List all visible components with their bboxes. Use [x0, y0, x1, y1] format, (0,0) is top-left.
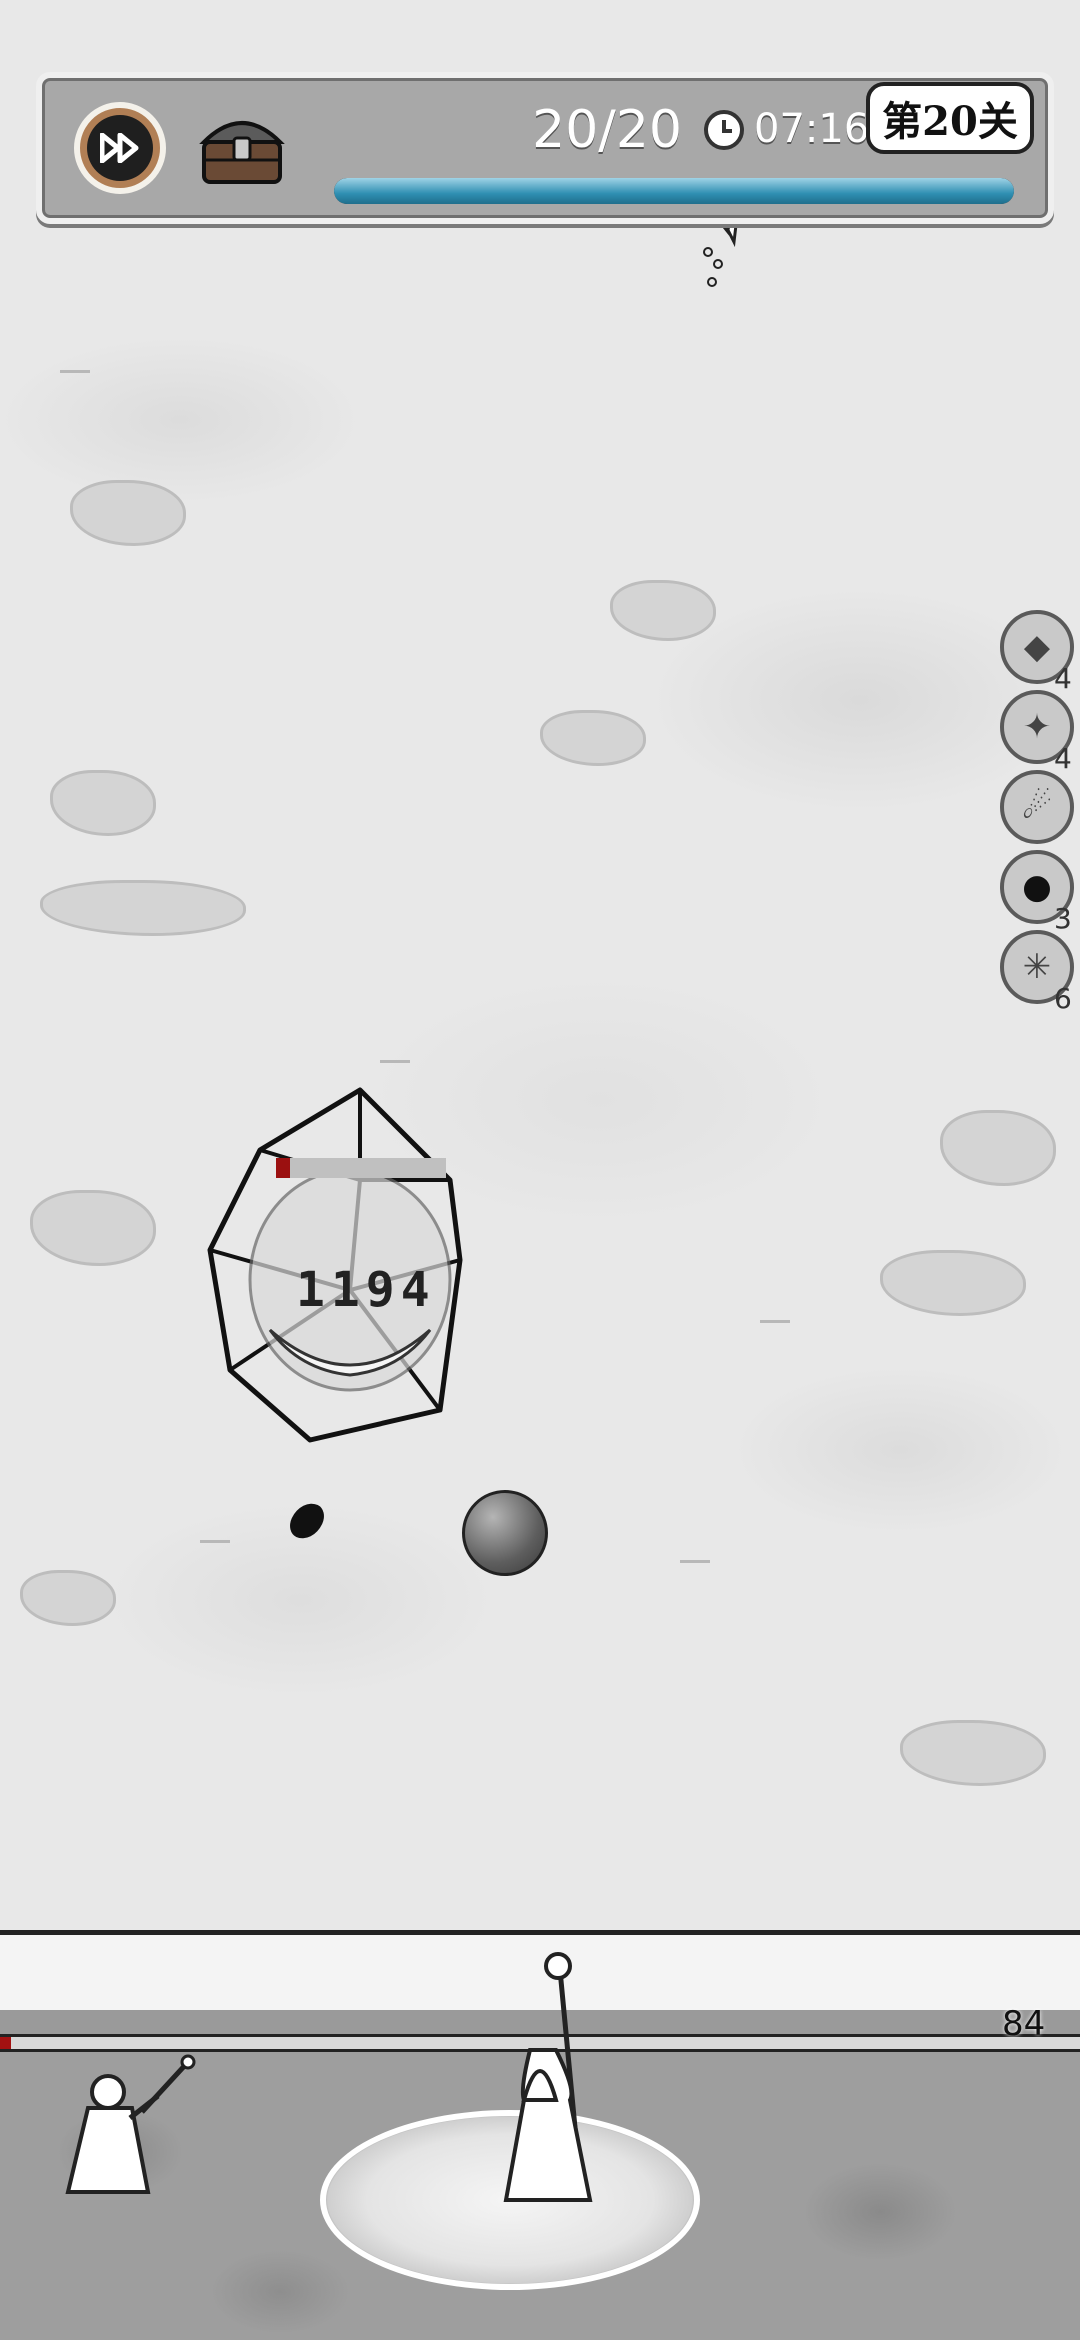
mage-hero-left[interactable] — [48, 2052, 198, 2212]
level-badge: 第20关 — [866, 82, 1034, 154]
treasure-chest-icon[interactable] — [194, 108, 290, 188]
elapsed-time: 07:16 — [754, 106, 870, 152]
clock-icon — [704, 110, 744, 150]
skill-count: 3 — [1054, 902, 1072, 935]
skill-count: 4 — [1054, 742, 1072, 775]
grass-tuft — [380, 1040, 410, 1063]
grass-tuft — [760, 1300, 790, 1323]
grass-tuft — [680, 1540, 710, 1563]
fast-forward-icon — [87, 115, 153, 181]
base-hp-value: 84 — [1002, 2004, 1046, 2044]
bomb-projectile — [462, 1490, 548, 1576]
wizard-hero-center[interactable] — [460, 1950, 620, 2210]
battlefield-ground — [0, 0, 1080, 1930]
grass-tuft — [200, 1520, 230, 1543]
top-hud: 20/20 07:16 第20关 — [36, 72, 1054, 224]
grass-tuft — [60, 350, 90, 373]
enemy-hp-bar — [276, 1158, 446, 1178]
wave-progress-bar — [334, 178, 1014, 204]
enemy-hp-fill — [276, 1158, 290, 1178]
skill-count: 4 — [1054, 662, 1072, 695]
wave-progress-fill — [334, 178, 1014, 204]
skill-count: 6 — [1054, 982, 1072, 1015]
base-hp-fill — [0, 2037, 11, 2049]
fast-forward-button[interactable] — [74, 102, 166, 194]
wave-counter: 20/20 — [532, 100, 682, 160]
meteor-icon[interactable]: ☄ — [1000, 770, 1074, 844]
damage-number: 1194 — [296, 1262, 436, 1318]
